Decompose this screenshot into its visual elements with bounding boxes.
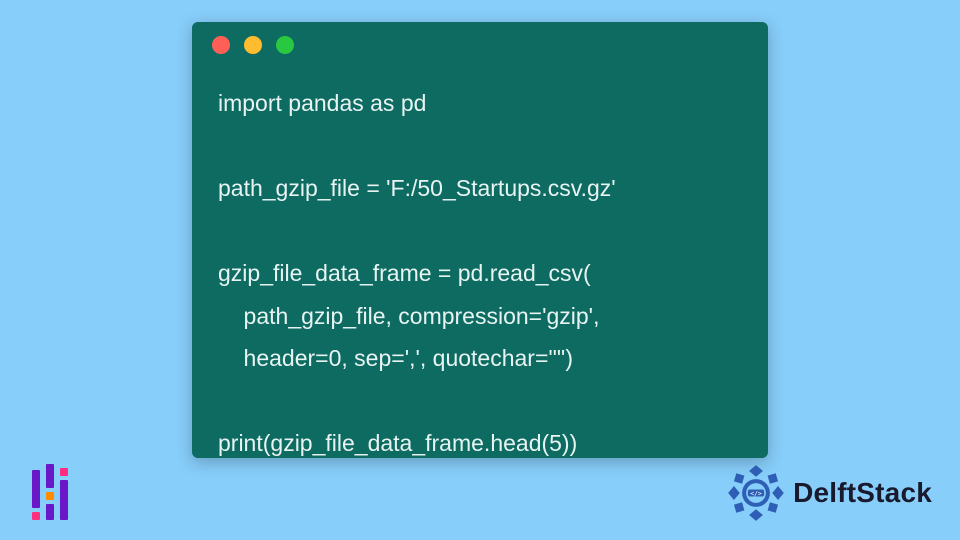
window-titlebar [192,22,768,68]
traffic-light-minimize-icon [244,36,262,54]
delftstack-logo-icon: </> [727,464,785,522]
brand-name: DelftStack [793,477,932,509]
publisher-mark-icon [32,464,78,520]
traffic-light-close-icon [212,36,230,54]
svg-text:</>: </> [750,489,762,497]
code-block: import pandas as pd path_gzip_file = 'F:… [192,68,768,458]
brand-badge: </> DelftStack [727,464,932,522]
traffic-light-zoom-icon [276,36,294,54]
code-window: import pandas as pd path_gzip_file = 'F:… [192,22,768,458]
